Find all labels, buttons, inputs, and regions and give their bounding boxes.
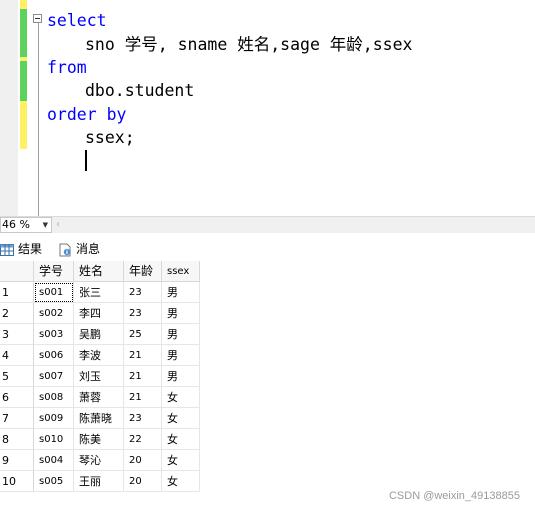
cell-sno[interactable]: s002	[34, 303, 74, 324]
cell-sage[interactable]: 25	[124, 324, 162, 345]
row-number[interactable]: 7	[0, 408, 34, 429]
cell-ssex[interactable]: 女	[162, 408, 200, 429]
cell-sname[interactable]: 张三	[74, 282, 124, 303]
saved-change-bar	[20, 61, 27, 101]
cell-ssex[interactable]: 女	[162, 387, 200, 408]
cell-sno[interactable]: s008	[34, 387, 74, 408]
cell-sname[interactable]: 萧蓉	[74, 387, 124, 408]
row-number[interactable]: 5	[0, 366, 34, 387]
column-header[interactable]: ssex	[162, 261, 200, 282]
cell-sage[interactable]: 23	[124, 303, 162, 324]
cell-sno[interactable]: s004	[34, 450, 74, 471]
cell-sno[interactable]: s010	[34, 429, 74, 450]
row-number[interactable]: 10	[0, 471, 34, 492]
cell-sage[interactable]: 20	[124, 471, 162, 492]
cell-ssex[interactable]: 男	[162, 282, 200, 303]
tab-results-label: 结果	[18, 242, 43, 256]
cell-sname[interactable]: 陈美	[74, 429, 124, 450]
cell-sage[interactable]: 20	[124, 450, 162, 471]
editor-left-margin	[0, 0, 18, 216]
unsaved-change-bar	[20, 101, 27, 149]
code-line-3[interactable]: from	[47, 56, 87, 79]
cell-sage[interactable]: 23	[124, 282, 162, 303]
saved-change-bar	[20, 9, 27, 57]
cell-sname[interactable]: 刘玉	[74, 366, 124, 387]
cell-sno[interactable]: s006	[34, 345, 74, 366]
message-icon	[59, 243, 71, 256]
row-number[interactable]: 9	[0, 450, 34, 471]
result-tabs: 结果 消息	[0, 238, 535, 260]
cell-sage[interactable]: 21	[124, 366, 162, 387]
grid-icon	[0, 243, 14, 256]
sql-editor[interactable]: select sno 学号, sname 姓名,sage 年龄,ssex fro…	[0, 0, 535, 216]
code-text: ssex;	[85, 128, 135, 147]
cell-sname[interactable]: 吴鹏	[74, 324, 124, 345]
column-header[interactable]: 年龄	[124, 261, 162, 282]
keyword-select: select	[47, 11, 107, 30]
cell-sno[interactable]: s009	[34, 408, 74, 429]
cell-sname[interactable]: 李波	[74, 345, 124, 366]
cell-ssex[interactable]: 女	[162, 471, 200, 492]
cell-sage[interactable]: 23	[124, 408, 162, 429]
cell-ssex[interactable]: 男	[162, 345, 200, 366]
tab-results[interactable]: 结果	[0, 238, 42, 260]
code-text: dbo.student	[85, 81, 195, 100]
tab-messages-label: 消息	[76, 242, 101, 256]
cell-sage[interactable]: 22	[124, 429, 162, 450]
tab-messages[interactable]: 消息	[58, 238, 100, 260]
cell-ssex[interactable]: 男	[162, 303, 200, 324]
zoom-value: 46 %	[2, 218, 30, 231]
cell-ssex[interactable]: 男	[162, 366, 200, 387]
watermark: CSDN @weixin_49138855	[388, 490, 520, 502]
column-header[interactable]: 姓名	[74, 261, 124, 282]
code-text: sno 学号, sname 姓名,sage 年龄,ssex	[85, 35, 413, 54]
unsaved-change-bar	[20, 0, 27, 9]
cell-ssex[interactable]: 女	[162, 429, 200, 450]
cell-sname[interactable]: 琴沁	[74, 450, 124, 471]
code-line-6[interactable]: ssex;	[47, 126, 135, 149]
row-number[interactable]: 8	[0, 429, 34, 450]
cell-sno[interactable]: s001	[34, 282, 74, 303]
scroll-left-icon[interactable]: ‹	[56, 218, 60, 232]
editor-status-strip: 46 % ▼ ‹	[0, 216, 535, 233]
outline-guide	[38, 18, 39, 216]
corner-header[interactable]	[0, 261, 34, 282]
cell-ssex[interactable]: 男	[162, 324, 200, 345]
row-number[interactable]: 4	[0, 345, 34, 366]
cell-sage[interactable]: 21	[124, 345, 162, 366]
cell-sname[interactable]: 陈萧晓	[74, 408, 124, 429]
cell-sname[interactable]: 王丽	[74, 471, 124, 492]
cell-sno[interactable]: s005	[34, 471, 74, 492]
chevron-down-icon[interactable]: ▼	[43, 222, 48, 229]
keyword-from: from	[47, 58, 87, 77]
row-number[interactable]: 3	[0, 324, 34, 345]
row-number[interactable]: 6	[0, 387, 34, 408]
row-number[interactable]: 1	[0, 282, 34, 303]
cell-ssex[interactable]: 女	[162, 450, 200, 471]
zoom-dropdown[interactable]: 46 % ▼	[0, 217, 52, 233]
row-number[interactable]: 2	[0, 303, 34, 324]
text-caret	[85, 150, 87, 171]
collapse-toggle-icon[interactable]	[33, 14, 42, 23]
keyword-order-by: order by	[47, 105, 127, 124]
cell-sage[interactable]: 21	[124, 387, 162, 408]
code-line-4[interactable]: dbo.student	[47, 79, 194, 102]
code-line-5[interactable]: order by	[47, 103, 126, 126]
cell-sno[interactable]: s007	[34, 366, 74, 387]
column-header[interactable]: 学号	[34, 261, 74, 282]
cell-sno[interactable]: s003	[34, 324, 74, 345]
cell-sname[interactable]: 李四	[74, 303, 124, 324]
code-line-2[interactable]: sno 学号, sname 姓名,sage 年龄,ssex	[47, 33, 412, 56]
code-line-1[interactable]: select	[47, 9, 107, 32]
